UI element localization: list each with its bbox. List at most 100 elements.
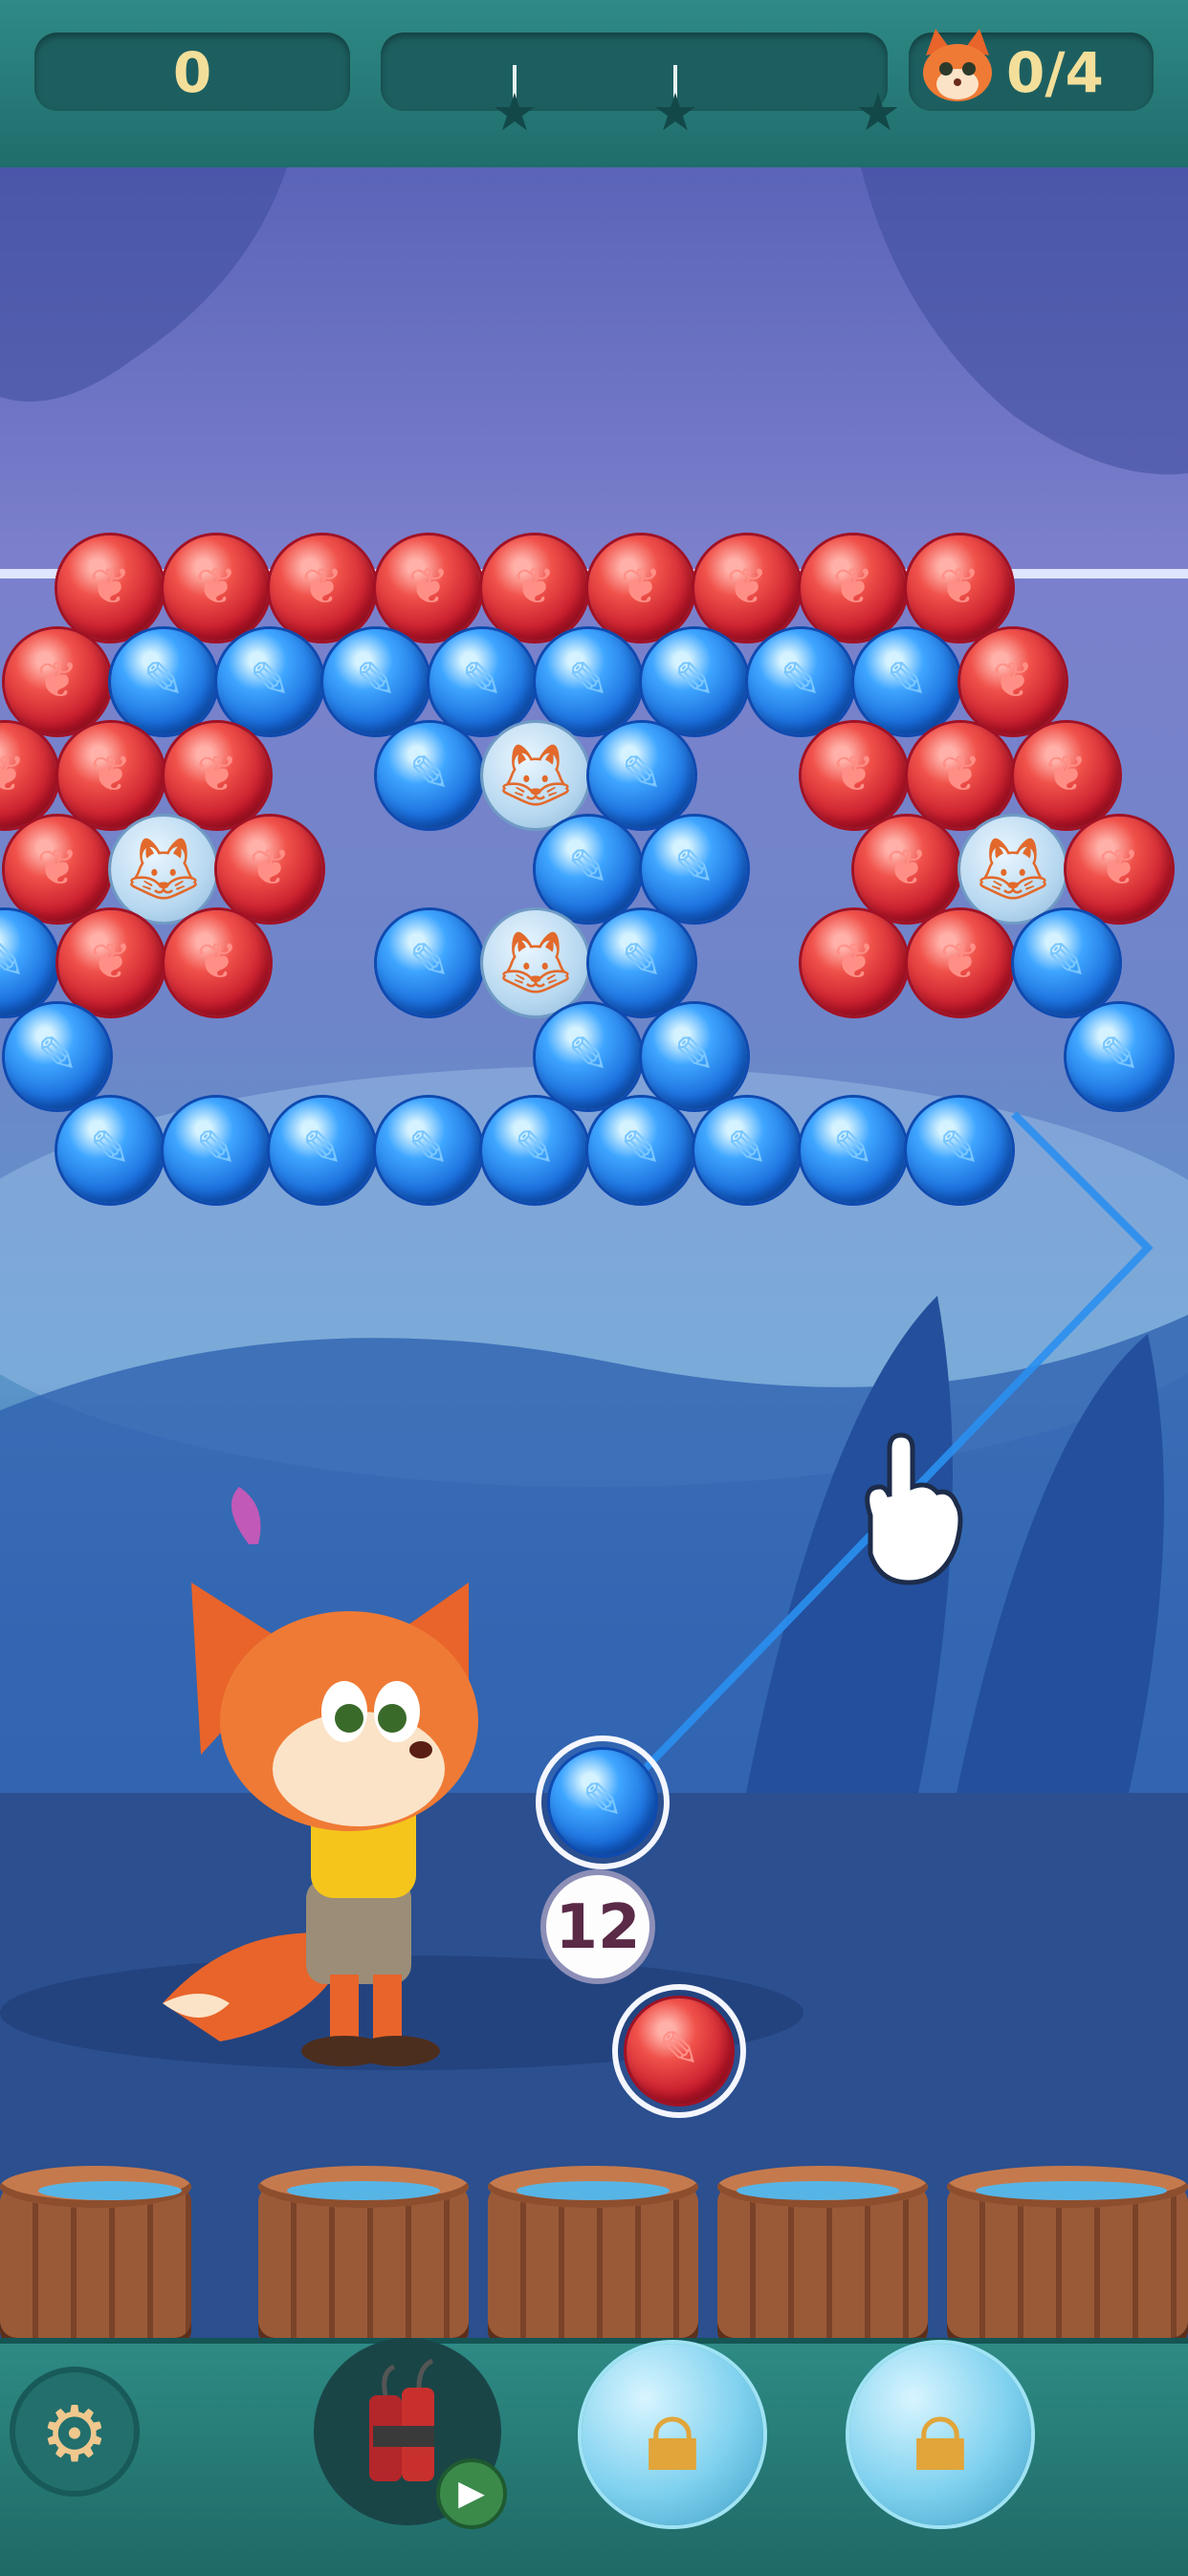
red-bubble: ❦ [5, 629, 110, 734]
blue-bubble: ✎ [111, 629, 216, 734]
bubble-symbol-icon: ✎ [673, 840, 715, 897]
blue-bubble: ✎ [642, 629, 747, 734]
red-bubble: ❦ [908, 910, 1013, 1015]
video-icon: ▶ [436, 2458, 507, 2529]
bubble-symbol-icon: ❦ [0, 746, 26, 803]
red-bubble: ❦ [854, 817, 959, 922]
bubble-symbol-icon: ✎ [620, 1121, 662, 1178]
blue-bubble: ✎ [57, 1098, 163, 1203]
settings-button[interactable]: ⚙ [10, 2367, 140, 2497]
red-bubble: ❦ [58, 723, 164, 828]
bubble-symbol-icon: ❦ [90, 746, 132, 803]
blue-bubble: ✎ [748, 629, 853, 734]
bubble-symbol-icon: ❦ [1098, 840, 1140, 897]
water-pool [38, 2181, 182, 2200]
bubble-symbol-icon: ✎ [0, 933, 26, 991]
bubble-symbol-icon: ❦ [514, 558, 556, 616]
star-icon: ★ [491, 82, 539, 142]
bubble-symbol-icon: ❦ [407, 558, 450, 616]
bubble-symbol-icon: ✎ [886, 652, 928, 709]
red-bubble: ❦ [165, 910, 270, 1015]
fox-face-icon [923, 29, 992, 101]
log [488, 2185, 698, 2338]
locked-booster-button-1[interactable]: 🔒︎ [582, 2344, 763, 2525]
bubble-symbol-icon: ✎ [89, 1121, 131, 1178]
bubble-symbol-icon: ❦ [89, 558, 131, 616]
blue-bubble: ✎ [377, 910, 482, 1015]
red-bubble: ❦ [802, 723, 907, 828]
bubble-symbol-icon: ❦ [196, 746, 238, 803]
bubble-symbol-icon: ❦ [939, 746, 981, 803]
blue-bubble: ✎ [5, 1004, 110, 1109]
bubble-symbol-icon: ❦ [992, 652, 1034, 709]
trapped-fox-bubble: 🦊︎ [483, 910, 588, 1015]
bubble-symbol-icon: ✎ [567, 840, 609, 897]
log-fence [0, 2147, 1188, 2338]
current-bubble[interactable]: ✎ [550, 1750, 655, 1855]
bubble-symbol-icon: ✎ [249, 652, 291, 709]
blue-bubble: ✎ [536, 817, 641, 922]
red-bubble: ❦ [58, 910, 164, 1015]
dynamite-booster-button[interactable]: ▶ [314, 2338, 507, 2529]
bubble-symbol-icon: ✎ [36, 1027, 78, 1084]
fox-cub-icon: 🦊︎ [973, 832, 1053, 906]
log [0, 2185, 191, 2338]
red-bubble: ❦ [1067, 817, 1172, 922]
red-bubble: ❦ [376, 535, 481, 641]
blue-bubble: ✎ [907, 1098, 1012, 1203]
game-board[interactable]: ❦ ❦ ❦ ❦ ❦ ❦ ❦ ❦ ❦ ❦ ✎ ✎ ✎ ✎ ✎ ✎ ✎ ✎ ❦ ❦ ❦ ❦ ✎ 🦊︎ ✎ ❦ ❦ ❦ ❦ 🦊︎ ❦ ✎ ✎ ❦ 🦊︎ ❦ ✎… [0, 167, 1188, 2338]
bubble-symbol-icon: ✎ [461, 652, 503, 709]
trapped-fox-bubble: 🦊︎ [960, 817, 1066, 922]
bubble-symbol-icon: ✎ [301, 1121, 343, 1178]
bubble-symbol-icon: ✎ [938, 1121, 980, 1178]
bubble-symbol-icon: ❦ [36, 840, 78, 897]
fox-cub-icon: 🦊︎ [495, 926, 576, 999]
bubble-symbol-icon: ❦ [939, 933, 981, 991]
blue-bubble: ✎ [642, 1004, 747, 1109]
bubble-symbol-icon: ✎ [621, 933, 663, 991]
bubble-symbol-icon: ❦ [620, 558, 662, 616]
trapped-fox-bubble: 🦊︎ [111, 817, 216, 922]
fox-cub-icon: 🦊︎ [123, 832, 204, 906]
red-bubble: ❦ [960, 629, 1066, 734]
blue-bubble: ✎ [376, 1098, 481, 1203]
blue-bubble: ✎ [377, 723, 482, 828]
blue-bubble: ✎ [536, 1004, 641, 1109]
star-icon: ★ [651, 82, 699, 142]
red-bubble: ❦ [801, 535, 906, 641]
star-progress-bar: ★ ★ ★ [381, 33, 901, 140]
bubble-symbol-icon: ✎ [407, 1121, 450, 1178]
bubble-symbol-icon: ❦ [195, 558, 237, 616]
red-bubble: ❦ [217, 817, 322, 922]
bubble-symbol-icon: ❦ [249, 840, 291, 897]
red-bubble: ❦ [908, 723, 1013, 828]
water-pool [976, 2181, 1167, 2200]
bubble-symbol-icon: ✎ [195, 1121, 237, 1178]
red-bubble: ❦ [694, 535, 800, 641]
bubble-symbol-icon: ✎ [143, 652, 185, 709]
gear-icon: ⚙ [40, 2390, 109, 2478]
water-pool [517, 2181, 670, 2200]
bubble-symbol-icon: ❦ [1045, 746, 1088, 803]
red-bubble: ❦ [165, 723, 270, 828]
bubble-symbol-icon: ❦ [90, 933, 132, 991]
red-bubble: ❦ [588, 535, 693, 641]
bubble-symbol-icon: ✎ [621, 746, 663, 803]
blue-bubble: ✎ [164, 1098, 269, 1203]
bubble-symbol-icon: ✎ [355, 652, 397, 709]
locked-booster-button-2[interactable]: 🔒︎ [849, 2344, 1031, 2525]
bubble-symbol-icon: ❦ [938, 558, 980, 616]
bubble-symbol-icon: ✎ [673, 1027, 715, 1084]
shooter[interactable]: ✎ [536, 1736, 670, 1869]
bubble-symbol-icon: ✎ [408, 933, 451, 991]
log [717, 2185, 928, 2338]
shots-counter: 12 [540, 1869, 655, 1984]
next-bubble[interactable]: ✎ [627, 1998, 732, 2104]
trapped-fox-bubble: 🦊︎ [483, 723, 588, 828]
bubble-symbol-icon: ✎ [567, 652, 609, 709]
bubble-symbol-icon: ✎ [408, 746, 451, 803]
next-bubble-slot[interactable]: ✎ [612, 1984, 746, 2118]
bubble-symbol-icon: ✎ [726, 1121, 768, 1178]
bubble-symbol-icon: ❦ [726, 558, 768, 616]
blue-bubble: ✎ [589, 910, 694, 1015]
